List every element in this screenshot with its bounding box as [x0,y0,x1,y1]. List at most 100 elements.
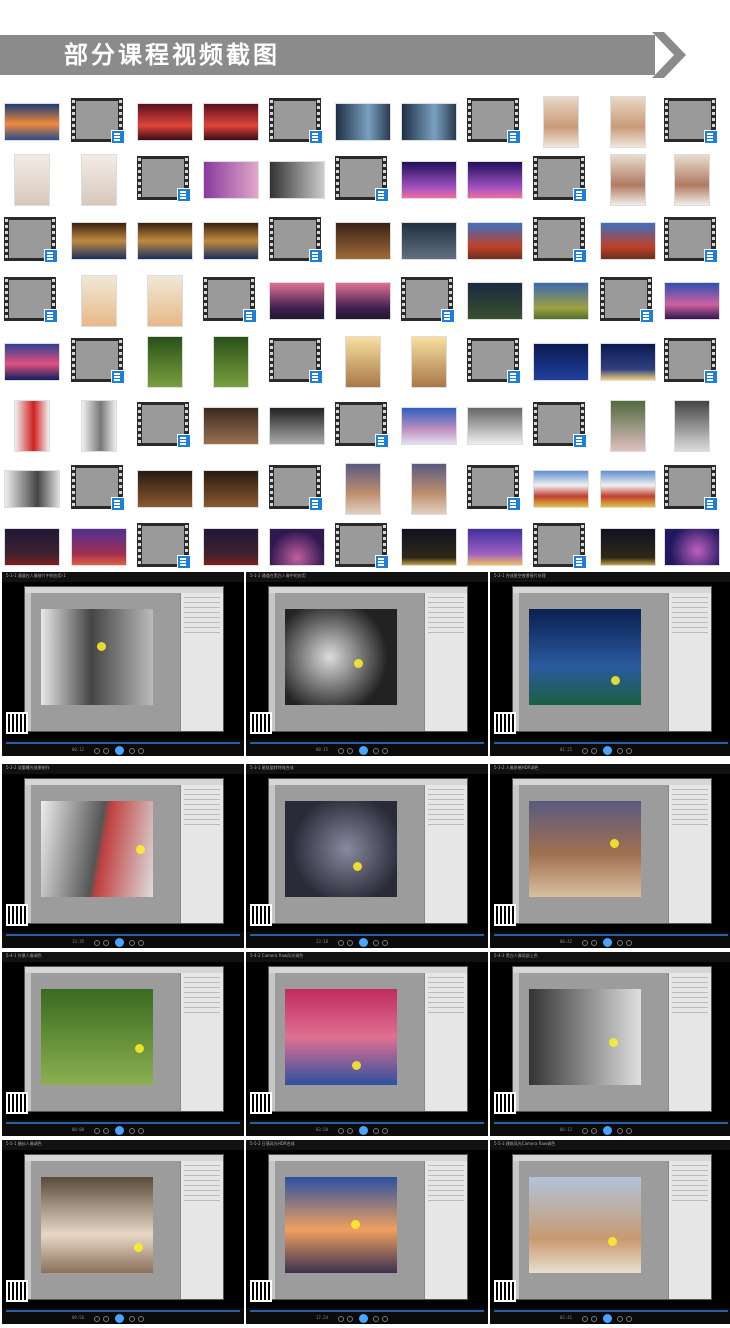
rewind-icon[interactable] [338,1316,344,1322]
video-thumbnail[interactable] [533,217,587,263]
video-thumbnail[interactable] [137,523,191,569]
rewind-icon[interactable] [338,1128,344,1134]
photo-thumbnail[interactable] [401,407,457,445]
photo-thumbnail[interactable] [664,528,720,566]
rewind-icon[interactable] [582,1128,588,1134]
video-screenshot[interactable]: 5-5-3 建筑风光Camera Raw调色 02:41 [490,1140,730,1324]
progress-bar[interactable] [494,1310,728,1312]
photo-thumbnail[interactable] [543,96,579,148]
photo-thumbnail[interactable] [674,154,710,206]
forward-icon[interactable] [129,1316,135,1322]
video-thumbnail[interactable] [401,277,455,323]
photo-thumbnail[interactable] [345,336,381,388]
stop-icon[interactable] [347,1316,353,1322]
rewind-icon[interactable] [582,1316,588,1322]
rewind-icon[interactable] [338,748,344,754]
photo-thumbnail[interactable] [345,463,381,515]
video-thumbnail[interactable] [600,277,654,323]
video-thumbnail[interactable] [269,465,323,511]
rewind-icon[interactable] [582,748,588,754]
stop-icon[interactable] [103,1316,109,1322]
forward-icon[interactable] [373,1128,379,1134]
photo-thumbnail[interactable] [600,222,656,260]
photo-thumbnail[interactable] [203,528,259,566]
photo-thumbnail[interactable] [335,222,391,260]
photo-thumbnail[interactable] [600,528,656,566]
photo-thumbnail[interactable] [147,275,183,327]
video-screenshot[interactable]: 5-1-1 通道在人像修片中的应用-1 00:12 [2,572,244,756]
progress-bar[interactable] [250,1122,484,1124]
volume-icon[interactable] [138,1128,144,1134]
photo-thumbnail[interactable] [137,470,193,508]
video-screenshot[interactable]: 5-3-2 人像质感HDR调色 06:42 [490,764,730,948]
rewind-icon[interactable] [94,1316,100,1322]
forward-icon[interactable] [129,940,135,946]
video-screenshot[interactable]: 5-2-2 双重曝光效果制作 13:35 [2,764,244,948]
photo-thumbnail[interactable] [213,336,249,388]
photo-thumbnail[interactable] [269,528,325,566]
photo-thumbnail[interactable] [401,161,457,199]
video-screenshot[interactable]: 5-4-3 黑白人像局部上色 06:12 [490,952,730,1136]
video-screenshot[interactable]: 5-4-2 Camera Raw风光调色 03:50 [246,952,488,1136]
photo-thumbnail[interactable] [269,282,325,320]
photo-thumbnail[interactable] [71,222,127,260]
video-thumbnail[interactable] [4,217,58,263]
photo-thumbnail[interactable] [203,161,259,199]
play-pause-button[interactable] [603,938,612,947]
stop-icon[interactable] [103,940,109,946]
photo-thumbnail[interactable] [81,275,117,327]
play-pause-button[interactable] [115,1314,124,1323]
video-thumbnail[interactable] [71,338,125,384]
play-pause-button[interactable] [603,1126,612,1135]
video-thumbnail[interactable] [335,402,389,448]
rewind-icon[interactable] [94,748,100,754]
video-thumbnail[interactable] [664,98,718,144]
video-thumbnail[interactable] [137,156,191,202]
photo-thumbnail[interactable] [467,282,523,320]
video-thumbnail[interactable] [664,217,718,263]
forward-icon[interactable] [617,1316,623,1322]
photo-thumbnail[interactable] [674,400,710,452]
stop-icon[interactable] [591,940,597,946]
play-pause-button[interactable] [603,746,612,755]
play-pause-button[interactable] [115,746,124,755]
photo-thumbnail[interactable] [600,470,656,508]
photo-thumbnail[interactable] [335,103,391,141]
video-thumbnail[interactable] [269,217,323,263]
video-thumbnail[interactable] [467,465,521,511]
video-thumbnail[interactable] [533,156,587,202]
photo-thumbnail[interactable] [269,407,325,445]
photo-thumbnail[interactable] [203,470,259,508]
photo-thumbnail[interactable] [467,528,523,566]
photo-thumbnail[interactable] [203,407,259,445]
photo-thumbnail[interactable] [533,470,589,508]
video-screenshot[interactable]: 5-5-2 日落风光HDR合成 17:24 [246,1140,488,1324]
photo-thumbnail[interactable] [610,96,646,148]
photo-thumbnail[interactable] [203,222,259,260]
photo-thumbnail[interactable] [533,282,589,320]
photo-thumbnail[interactable] [4,528,60,566]
progress-bar[interactable] [250,934,484,936]
video-thumbnail[interactable] [467,98,521,144]
volume-icon[interactable] [138,1316,144,1322]
volume-icon[interactable] [626,1128,632,1134]
stop-icon[interactable] [103,748,109,754]
photo-thumbnail[interactable] [467,222,523,260]
photo-thumbnail[interactable] [147,336,183,388]
rewind-icon[interactable] [338,940,344,946]
rewind-icon[interactable] [94,1128,100,1134]
video-thumbnail[interactable] [269,98,323,144]
video-screenshot[interactable]: 5-1-2 通道在黑白人像中的应用 00:15 [246,572,488,756]
volume-icon[interactable] [626,1316,632,1322]
volume-icon[interactable] [626,940,632,946]
photo-thumbnail[interactable] [610,154,646,206]
photo-thumbnail[interactable] [203,103,259,141]
volume-icon[interactable] [382,748,388,754]
video-thumbnail[interactable] [335,156,389,202]
stop-icon[interactable] [591,1316,597,1322]
progress-bar[interactable] [6,1310,240,1312]
play-pause-button[interactable] [359,746,368,755]
play-pause-button[interactable] [603,1314,612,1323]
photo-thumbnail[interactable] [411,463,447,515]
video-thumbnail[interactable] [71,98,125,144]
